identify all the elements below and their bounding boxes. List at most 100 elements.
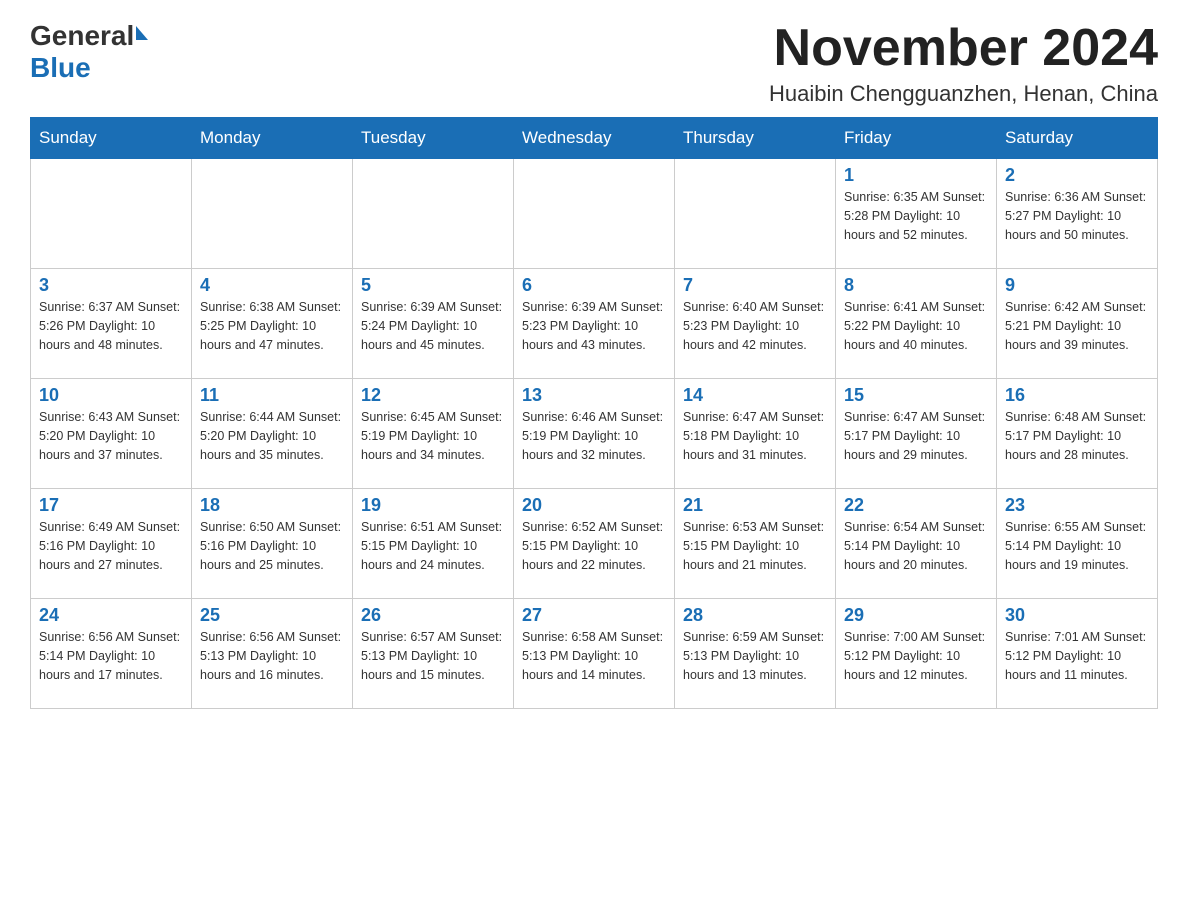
day-info: Sunrise: 6:58 AM Sunset: 5:13 PM Dayligh… — [522, 628, 666, 684]
header: General Blue November 2024 Huaibin Cheng… — [30, 20, 1158, 107]
weekday-header-thursday: Thursday — [675, 118, 836, 159]
calendar-cell: 1Sunrise: 6:35 AM Sunset: 5:28 PM Daylig… — [836, 159, 997, 269]
day-info: Sunrise: 6:49 AM Sunset: 5:16 PM Dayligh… — [39, 518, 183, 574]
day-info: Sunrise: 6:38 AM Sunset: 5:25 PM Dayligh… — [200, 298, 344, 354]
weekday-header-tuesday: Tuesday — [353, 118, 514, 159]
day-number: 21 — [683, 495, 827, 516]
day-info: Sunrise: 6:47 AM Sunset: 5:18 PM Dayligh… — [683, 408, 827, 464]
calendar-cell: 17Sunrise: 6:49 AM Sunset: 5:16 PM Dayli… — [31, 489, 192, 599]
logo: General Blue — [30, 20, 148, 84]
day-number: 27 — [522, 605, 666, 626]
day-info: Sunrise: 6:37 AM Sunset: 5:26 PM Dayligh… — [39, 298, 183, 354]
day-info: Sunrise: 6:36 AM Sunset: 5:27 PM Dayligh… — [1005, 188, 1149, 244]
day-number: 18 — [200, 495, 344, 516]
calendar-cell: 28Sunrise: 6:59 AM Sunset: 5:13 PM Dayli… — [675, 599, 836, 709]
day-info: Sunrise: 6:56 AM Sunset: 5:14 PM Dayligh… — [39, 628, 183, 684]
calendar-cell: 27Sunrise: 6:58 AM Sunset: 5:13 PM Dayli… — [514, 599, 675, 709]
logo-general: General — [30, 20, 134, 52]
day-number: 4 — [200, 275, 344, 296]
calendar-cell: 5Sunrise: 6:39 AM Sunset: 5:24 PM Daylig… — [353, 269, 514, 379]
day-info: Sunrise: 6:39 AM Sunset: 5:24 PM Dayligh… — [361, 298, 505, 354]
day-info: Sunrise: 6:51 AM Sunset: 5:15 PM Dayligh… — [361, 518, 505, 574]
day-info: Sunrise: 6:44 AM Sunset: 5:20 PM Dayligh… — [200, 408, 344, 464]
title-area: November 2024 Huaibin Chengguanzhen, Hen… — [769, 20, 1158, 107]
calendar-cell: 10Sunrise: 6:43 AM Sunset: 5:20 PM Dayli… — [31, 379, 192, 489]
day-number: 1 — [844, 165, 988, 186]
calendar-cell: 3Sunrise: 6:37 AM Sunset: 5:26 PM Daylig… — [31, 269, 192, 379]
calendar-cell — [353, 159, 514, 269]
calendar-cell: 12Sunrise: 6:45 AM Sunset: 5:19 PM Dayli… — [353, 379, 514, 489]
weekday-header-row: SundayMondayTuesdayWednesdayThursdayFrid… — [31, 118, 1158, 159]
day-info: Sunrise: 6:39 AM Sunset: 5:23 PM Dayligh… — [522, 298, 666, 354]
weekday-header-wednesday: Wednesday — [514, 118, 675, 159]
day-number: 2 — [1005, 165, 1149, 186]
day-info: Sunrise: 6:41 AM Sunset: 5:22 PM Dayligh… — [844, 298, 988, 354]
day-number: 15 — [844, 385, 988, 406]
calendar-cell: 11Sunrise: 6:44 AM Sunset: 5:20 PM Dayli… — [192, 379, 353, 489]
day-number: 25 — [200, 605, 344, 626]
day-info: Sunrise: 6:55 AM Sunset: 5:14 PM Dayligh… — [1005, 518, 1149, 574]
day-info: Sunrise: 6:57 AM Sunset: 5:13 PM Dayligh… — [361, 628, 505, 684]
calendar-cell: 30Sunrise: 7:01 AM Sunset: 5:12 PM Dayli… — [997, 599, 1158, 709]
day-number: 9 — [1005, 275, 1149, 296]
day-info: Sunrise: 6:35 AM Sunset: 5:28 PM Dayligh… — [844, 188, 988, 244]
calendar-cell — [675, 159, 836, 269]
day-number: 5 — [361, 275, 505, 296]
day-number: 12 — [361, 385, 505, 406]
day-number: 3 — [39, 275, 183, 296]
calendar-cell: 21Sunrise: 6:53 AM Sunset: 5:15 PM Dayli… — [675, 489, 836, 599]
day-number: 26 — [361, 605, 505, 626]
day-info: Sunrise: 6:50 AM Sunset: 5:16 PM Dayligh… — [200, 518, 344, 574]
calendar-cell: 20Sunrise: 6:52 AM Sunset: 5:15 PM Dayli… — [514, 489, 675, 599]
calendar-cell: 29Sunrise: 7:00 AM Sunset: 5:12 PM Dayli… — [836, 599, 997, 709]
calendar-cell: 9Sunrise: 6:42 AM Sunset: 5:21 PM Daylig… — [997, 269, 1158, 379]
calendar-cell: 22Sunrise: 6:54 AM Sunset: 5:14 PM Dayli… — [836, 489, 997, 599]
logo-blue: Blue — [30, 52, 91, 84]
day-number: 7 — [683, 275, 827, 296]
main-title: November 2024 — [769, 20, 1158, 77]
day-number: 6 — [522, 275, 666, 296]
day-number: 24 — [39, 605, 183, 626]
week-row-5: 24Sunrise: 6:56 AM Sunset: 5:14 PM Dayli… — [31, 599, 1158, 709]
day-number: 17 — [39, 495, 183, 516]
calendar-cell: 23Sunrise: 6:55 AM Sunset: 5:14 PM Dayli… — [997, 489, 1158, 599]
weekday-header-monday: Monday — [192, 118, 353, 159]
day-info: Sunrise: 6:43 AM Sunset: 5:20 PM Dayligh… — [39, 408, 183, 464]
calendar-cell: 19Sunrise: 6:51 AM Sunset: 5:15 PM Dayli… — [353, 489, 514, 599]
week-row-2: 3Sunrise: 6:37 AM Sunset: 5:26 PM Daylig… — [31, 269, 1158, 379]
day-info: Sunrise: 7:00 AM Sunset: 5:12 PM Dayligh… — [844, 628, 988, 684]
day-number: 28 — [683, 605, 827, 626]
calendar-cell: 18Sunrise: 6:50 AM Sunset: 5:16 PM Dayli… — [192, 489, 353, 599]
calendar-cell — [31, 159, 192, 269]
day-number: 29 — [844, 605, 988, 626]
day-number: 19 — [361, 495, 505, 516]
day-info: Sunrise: 6:40 AM Sunset: 5:23 PM Dayligh… — [683, 298, 827, 354]
weekday-header-friday: Friday — [836, 118, 997, 159]
calendar-cell: 4Sunrise: 6:38 AM Sunset: 5:25 PM Daylig… — [192, 269, 353, 379]
day-info: Sunrise: 7:01 AM Sunset: 5:12 PM Dayligh… — [1005, 628, 1149, 684]
weekday-header-saturday: Saturday — [997, 118, 1158, 159]
week-row-1: 1Sunrise: 6:35 AM Sunset: 5:28 PM Daylig… — [31, 159, 1158, 269]
day-info: Sunrise: 6:42 AM Sunset: 5:21 PM Dayligh… — [1005, 298, 1149, 354]
day-info: Sunrise: 6:53 AM Sunset: 5:15 PM Dayligh… — [683, 518, 827, 574]
day-info: Sunrise: 6:59 AM Sunset: 5:13 PM Dayligh… — [683, 628, 827, 684]
day-number: 30 — [1005, 605, 1149, 626]
day-number: 10 — [39, 385, 183, 406]
calendar-cell: 7Sunrise: 6:40 AM Sunset: 5:23 PM Daylig… — [675, 269, 836, 379]
week-row-4: 17Sunrise: 6:49 AM Sunset: 5:16 PM Dayli… — [31, 489, 1158, 599]
day-info: Sunrise: 6:47 AM Sunset: 5:17 PM Dayligh… — [844, 408, 988, 464]
calendar-cell: 2Sunrise: 6:36 AM Sunset: 5:27 PM Daylig… — [997, 159, 1158, 269]
day-number: 14 — [683, 385, 827, 406]
calendar-cell: 13Sunrise: 6:46 AM Sunset: 5:19 PM Dayli… — [514, 379, 675, 489]
calendar-cell: 15Sunrise: 6:47 AM Sunset: 5:17 PM Dayli… — [836, 379, 997, 489]
day-info: Sunrise: 6:46 AM Sunset: 5:19 PM Dayligh… — [522, 408, 666, 464]
day-info: Sunrise: 6:45 AM Sunset: 5:19 PM Dayligh… — [361, 408, 505, 464]
calendar-cell: 14Sunrise: 6:47 AM Sunset: 5:18 PM Dayli… — [675, 379, 836, 489]
week-row-3: 10Sunrise: 6:43 AM Sunset: 5:20 PM Dayli… — [31, 379, 1158, 489]
day-number: 20 — [522, 495, 666, 516]
calendar-cell: 6Sunrise: 6:39 AM Sunset: 5:23 PM Daylig… — [514, 269, 675, 379]
day-info: Sunrise: 6:48 AM Sunset: 5:17 PM Dayligh… — [1005, 408, 1149, 464]
day-number: 11 — [200, 385, 344, 406]
logo-triangle-icon — [136, 26, 148, 40]
calendar-table: SundayMondayTuesdayWednesdayThursdayFrid… — [30, 117, 1158, 709]
